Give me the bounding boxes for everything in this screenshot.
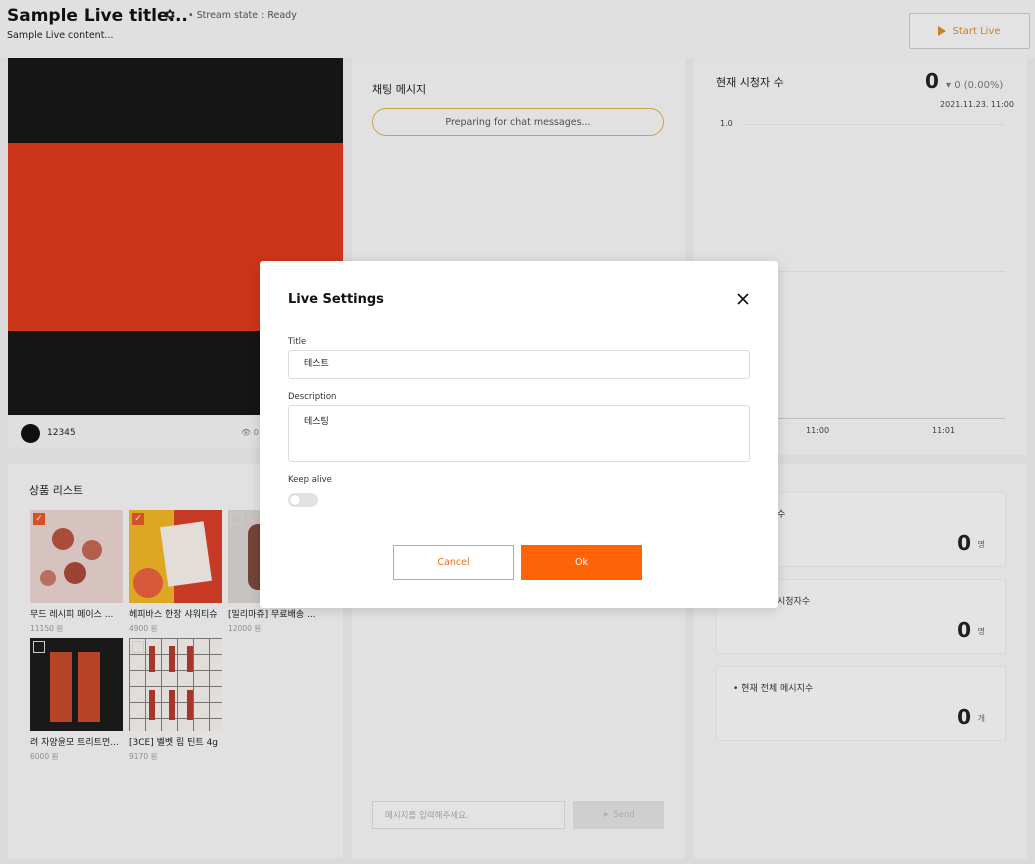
keep-alive-label: Keep alive bbox=[288, 475, 332, 485]
ok-button[interactable]: Ok bbox=[521, 545, 642, 580]
modal-title: Live Settings bbox=[288, 292, 384, 307]
cancel-button[interactable]: Cancel bbox=[393, 545, 514, 580]
keep-alive-toggle[interactable] bbox=[288, 493, 318, 507]
close-icon[interactable] bbox=[737, 293, 749, 305]
title-label: Title bbox=[288, 337, 307, 347]
description-input[interactable]: 테스팅 bbox=[288, 405, 750, 462]
description-label: Description bbox=[288, 392, 337, 402]
toggle-knob bbox=[290, 495, 300, 505]
live-settings-modal: Live Settings Title 테스트 Description 테스팅 … bbox=[260, 261, 778, 608]
title-input[interactable]: 테스트 bbox=[288, 350, 750, 379]
